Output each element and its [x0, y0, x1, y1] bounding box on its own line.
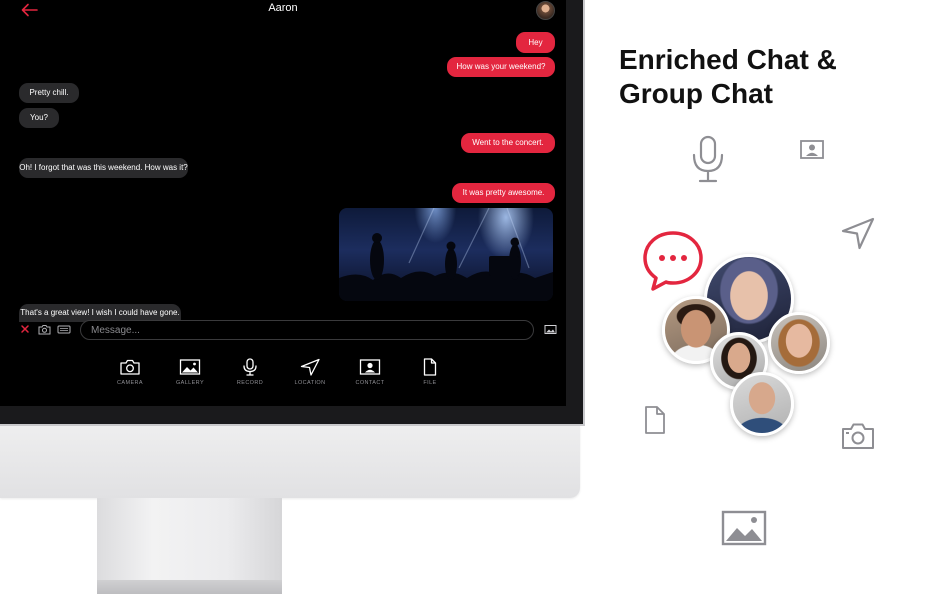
chat-title: Aaron: [268, 2, 298, 14]
attach-label: GALLERY: [175, 380, 205, 386]
message-composer: [0, 318, 566, 344]
message-bubble-outgoing: Went to the concert.: [461, 133, 555, 153]
file-icon: [423, 358, 437, 376]
group-member-avatar: [768, 312, 830, 374]
microphone-icon: [692, 135, 724, 183]
camera-icon: [842, 423, 874, 449]
attach-file-button[interactable]: FILE: [400, 356, 460, 396]
monitor-stand-base: [97, 580, 282, 594]
attachment-bar: CAMERA GALLERY RECORD LOCATION CONTACT F…: [100, 356, 460, 396]
message-bubble-outgoing: It was pretty awesome.: [452, 183, 555, 203]
attach-label: RECORD: [236, 380, 264, 386]
promo-headline: Enriched Chat & Group Chat: [619, 43, 919, 111]
image-icon[interactable]: [544, 324, 557, 335]
headline-line-2: Group Chat: [619, 78, 773, 109]
attach-label: FILE: [423, 380, 437, 386]
image-icon: [179, 359, 201, 375]
location-arrow-icon: [841, 217, 875, 250]
camera-icon[interactable]: [38, 324, 51, 335]
chat-bubble-icon: [643, 231, 703, 291]
attach-camera-button[interactable]: CAMERA: [100, 356, 160, 396]
message-bubble-incoming: Oh! I forgot that was this weekend. How …: [19, 158, 188, 178]
monitor-chin: [0, 426, 580, 498]
message-bubble-incoming: Pretty chill.: [19, 83, 79, 103]
image-icon: [721, 510, 767, 546]
attach-gallery-button[interactable]: GALLERY: [160, 356, 220, 396]
app-screen: Aaron Hey How was your weekend? Pretty c…: [0, 0, 566, 406]
file-icon: [645, 406, 665, 434]
contact-card-icon: [800, 140, 824, 159]
contact-avatar[interactable]: [536, 1, 555, 20]
group-member-avatar: [730, 372, 794, 436]
attach-record-button[interactable]: RECORD: [220, 356, 280, 396]
close-icon[interactable]: [20, 324, 30, 334]
attach-contact-button[interactable]: CONTACT: [340, 356, 400, 396]
camera-icon: [120, 359, 140, 375]
contact-card-icon: [359, 359, 381, 375]
message-bubble-outgoing: How was your weekend?: [447, 57, 555, 77]
message-bubble-outgoing: Hey: [516, 32, 555, 53]
message-input[interactable]: [80, 320, 534, 340]
attach-label: CAMERA: [117, 380, 143, 386]
attach-location-button[interactable]: LOCATION: [280, 356, 340, 396]
attach-label: CONTACT: [355, 380, 385, 386]
headline-line-1: Enriched Chat &: [619, 44, 837, 75]
microphone-icon: [243, 358, 257, 376]
photo-message-concert[interactable]: [339, 208, 553, 301]
keyboard-icon[interactable]: [57, 324, 71, 335]
attach-label: LOCATION: [294, 380, 326, 386]
chat-header: Aaron: [0, 0, 566, 22]
location-arrow-icon: [300, 358, 320, 376]
message-bubble-incoming: You?: [19, 108, 59, 128]
